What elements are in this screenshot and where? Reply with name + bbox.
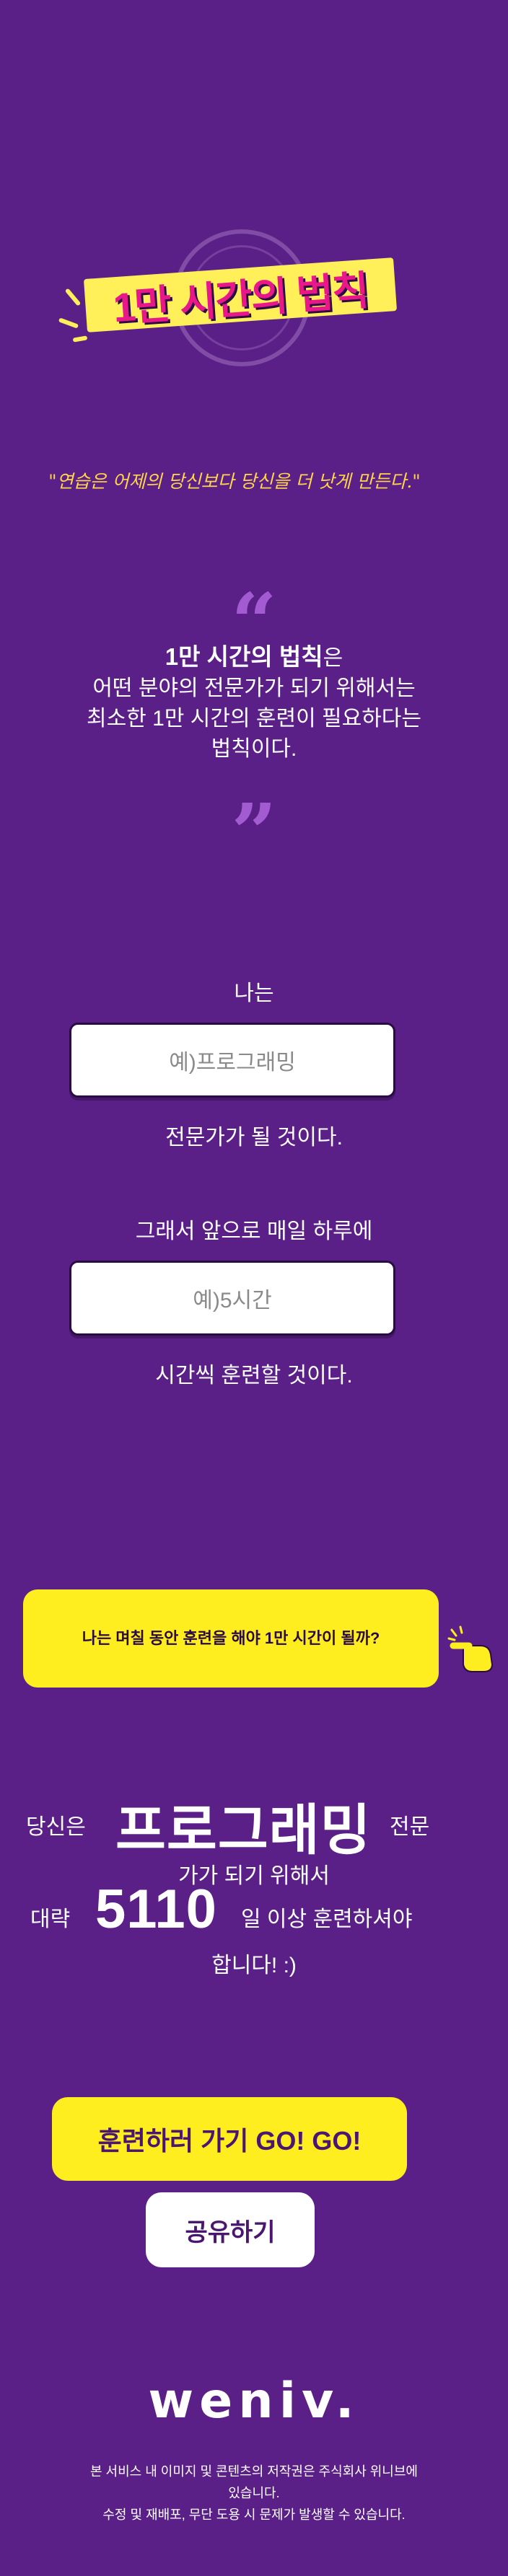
share-button[interactable]: 공유하기 (146, 2192, 315, 2267)
result-days: 5110 (95, 1878, 217, 1941)
label-daily: 그래서 앞으로 매일 하루에 (135, 1219, 373, 1243)
law-line-2: 최소한 1만 시간의 훈련이 필요하다는 (86, 707, 422, 731)
label-train: 시간씩 훈련할 것이다. (155, 1364, 353, 1388)
result-you-text: 당신은 (26, 1815, 86, 1839)
result-end: 합니다! :) (0, 1947, 508, 1979)
result-expert-text: 전문 (390, 1815, 430, 1839)
result-field-text: 프로그래밍 (115, 1800, 372, 1861)
law-title: 1만 시간의 법칙 (165, 643, 323, 670)
weniv-logo: weniv. (148, 2373, 360, 2430)
law-description: 1만 시간의 법칙은 어떤 분야의 전문가가 되기 위해서는 최소한 1만 시간… (29, 642, 479, 764)
result-field: 프로그래밍 (115, 1786, 372, 1865)
result-approx: 대략 (30, 1901, 70, 1933)
result-you: 당신은 (26, 1809, 86, 1840)
result-approx-text: 대략 (30, 1907, 71, 1931)
law-line-1: 어떤 분야의 전문가가 되기 위해서는 (92, 676, 416, 700)
result-days-text: 5110 (95, 1879, 217, 1940)
copyright-line-1: 본 서비스 내 이미지 및 콘텐츠의 저작권은 주식회사 위니브에 (89, 2464, 418, 2479)
motivational-quote: "연습은 어제의 당신보다 당신을 더 낫게 만든다." (48, 471, 421, 492)
copyright-line-2: 있습니다. (228, 2486, 280, 2500)
law-title-suffix: 은 (323, 646, 343, 670)
pointing-hand-icon (447, 1624, 499, 1676)
time-input[interactable]: 예)5시간 (69, 1261, 395, 1336)
result-expert: 전문 (390, 1809, 429, 1840)
label-expert: 전문가가 될 것이다. (165, 1126, 343, 1150)
result-days-suffix-text: 일 이상 훈련하셔야 (241, 1907, 413, 1931)
law-line-3: 법칙이다. (211, 737, 297, 761)
field-input[interactable]: 예)프로그래밍 (69, 1023, 395, 1098)
close-quote-icon: ” (231, 786, 277, 879)
copyright-line-3: 수정 및 재배포, 무단 도용 시 문제가 발생할 수 있습니다. (102, 2507, 406, 2522)
go-training-button[interactable]: 훈련하러 가기 GO! GO! (52, 2097, 407, 2181)
calculate-button[interactable]: 나는 며칠 동안 훈련을 해야 1만 시간이 될까? (23, 1589, 439, 1688)
result-days-suffix: 일 이상 훈련하셔야 (241, 1901, 412, 1933)
copyright-notice: 본 서비스 내 이미지 및 콘텐츠의 저작권은 주식회사 위니브에 있습니다. … (43, 2461, 465, 2526)
label-i: 나는 (234, 982, 274, 1005)
result-end-text: 합니다! :) (211, 1954, 297, 1977)
result-line-2: 가가 되기 위해서 (0, 1858, 508, 1889)
